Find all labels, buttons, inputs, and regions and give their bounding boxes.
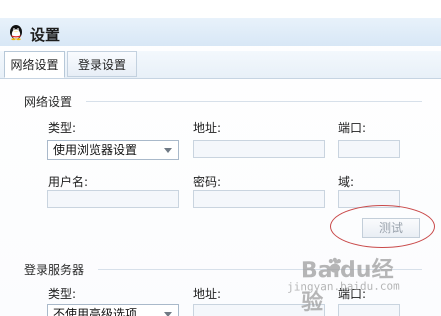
- login-server-section-title: 登录服务器: [24, 263, 85, 277]
- network-port-label: 端口:: [338, 121, 367, 135]
- network-address-input[interactable]: [193, 140, 325, 158]
- network-type-label: 类型:: [48, 121, 77, 135]
- login-server-type-select[interactable]: 不使用高级选项: [47, 304, 179, 316]
- login-server-type-value: 不使用高级选项: [53, 307, 138, 316]
- tab-network-settings[interactable]: 网络设置: [4, 51, 65, 78]
- window-title: 设置: [30, 26, 61, 44]
- tab-login-settings[interactable]: 登录设置: [67, 51, 137, 77]
- password-label: 密码:: [193, 175, 222, 189]
- login-server-type-label: 类型:: [48, 287, 77, 301]
- domain-label: 域:: [338, 175, 355, 189]
- login-server-address-label: 地址:: [193, 287, 222, 301]
- title-bar: [0, 18, 441, 46]
- watermark-sub: jingyan.baidu.com: [287, 279, 400, 294]
- network-port-input[interactable]: [338, 140, 400, 158]
- dropdown-arrow-icon: [164, 312, 172, 316]
- watermark: Baidu经验 jingyan.baidu.com: [287, 251, 407, 316]
- username-input[interactable]: [47, 190, 179, 208]
- highlight-ellipse: [330, 205, 435, 248]
- network-type-select[interactable]: 使用浏览器设置: [47, 140, 179, 160]
- network-settings-divider: [86, 101, 422, 102]
- qq-penguin-icon: [10, 25, 22, 41]
- top-strip: [0, 0, 441, 18]
- network-address-label: 地址:: [193, 121, 222, 135]
- dropdown-arrow-icon: [164, 148, 172, 153]
- network-settings-section-title: 网络设置: [24, 95, 73, 109]
- password-input[interactable]: [193, 190, 325, 208]
- network-type-value: 使用浏览器设置: [53, 143, 138, 157]
- tab-strip: 网络设置 登录设置: [0, 51, 441, 79]
- settings-window: 设置 网络设置 登录设置 网络设置 类型: 使用浏览器设置 地址: 端口: 用户…: [0, 0, 441, 316]
- username-label: 用户名:: [48, 175, 89, 189]
